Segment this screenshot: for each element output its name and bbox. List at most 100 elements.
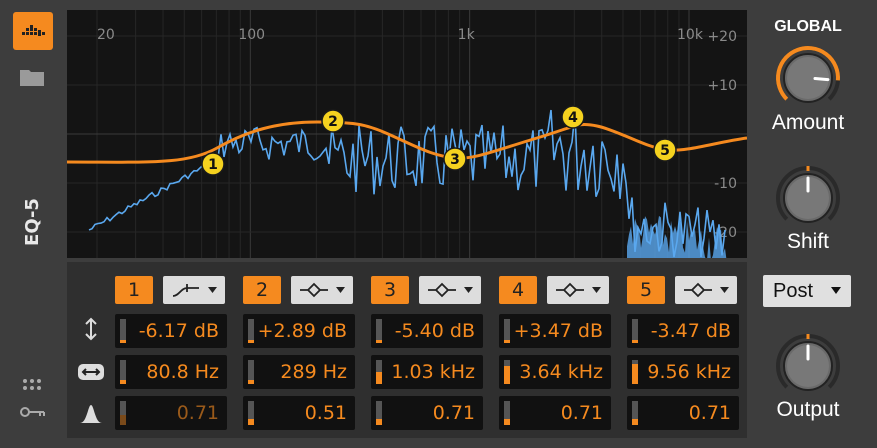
key-icon[interactable] [20,404,46,420]
band-q-value: 0.71 [688,402,731,424]
freq-tick-label: 1k [458,27,476,43]
band-freq-meter [376,360,382,384]
band-q-meter [504,401,510,425]
band-gain-field[interactable]: +3.47 dB [499,314,611,348]
bell-shape-icon [684,282,712,298]
band-freq-field[interactable]: 80.8 Hz [115,355,227,389]
chevron-down-icon [720,287,729,293]
band-freq-value: 3.64 kHz [519,361,603,383]
global-label: GLOBAL [774,18,842,35]
band-freq-value: 9.56 kHz [647,361,731,383]
chevron-down-icon [592,287,601,293]
shift-label: Shift [786,230,830,253]
db-tick-label: +20 [707,29,737,45]
band-freq-field[interactable]: 3.64 kHz [499,355,611,389]
band-freq-meter [504,360,510,384]
band-q-meter [120,401,126,425]
svg-text:3: 3 [450,152,460,168]
band-freq-value: 80.8 Hz [146,361,219,383]
eq-response-curve [67,120,747,164]
band-q-value: 0.71 [560,402,603,424]
eq5-device: EQ-5 20 100 1k 10k +20 +10 -10 -20 1 2 3 4 5 1 -6.17 … [0,0,877,448]
band-q-value: 0.71 [432,402,475,424]
global-panel: GLOBAL Amount Shift Post Output [752,0,877,448]
eq-device-icon[interactable] [13,12,53,50]
band-freq-value: 1.03 kHz [391,361,475,383]
band-gain-value: +2.89 dB [257,320,347,342]
bell-shape-icon [428,282,456,298]
band-node-2[interactable]: 2 [321,109,345,133]
band-freq-meter [120,360,126,384]
low-cut-shape-icon [172,284,199,297]
band-node-1[interactable]: 1 [201,152,225,176]
band-toggle-2[interactable]: 2 [243,276,281,304]
band-node-3[interactable]: 3 [443,147,467,171]
band-node-5[interactable]: 5 [653,138,677,162]
band-q-field[interactable]: 0.71 [371,396,483,430]
band-gain-value: -6.17 dB [138,320,219,342]
folder-icon[interactable] [20,68,44,86]
amount-knob[interactable] [772,42,844,114]
band-gain-meter [248,319,254,343]
grid-dots-icon[interactable] [22,378,44,394]
band-q-meter [632,401,638,425]
band-shape-select[interactable] [291,276,353,304]
chevron-down-icon [336,287,345,293]
band-freq-meter [248,360,254,384]
mode-select[interactable]: Post [763,275,851,307]
band-freq-field[interactable]: 289 Hz [243,355,355,389]
bell-shape-icon [300,282,328,298]
band-toggle-5[interactable]: 5 [627,276,665,304]
left-rail: EQ-5 [0,0,60,448]
frequency-arrows-icon [77,358,105,386]
band-gain-field[interactable]: -6.17 dB [115,314,227,348]
svg-text:1: 1 [208,157,218,173]
freq-tick-label: 20 [97,27,115,43]
band-freq-field[interactable]: 9.56 kHz [627,355,739,389]
band-shape-select[interactable] [163,276,225,304]
svg-text:4: 4 [568,110,578,126]
band-q-meter [376,401,382,425]
amount-label: Amount [771,111,845,134]
svg-text:5: 5 [660,143,670,159]
band-gain-field[interactable]: +2.89 dB [243,314,355,348]
shift-knob[interactable] [772,162,844,234]
band-gain-value: -5.40 dB [394,320,475,342]
band-shape-select[interactable] [419,276,481,304]
band-freq-value: 289 Hz [280,361,347,383]
band-gain-meter [632,319,638,343]
band-gain-value: +3.47 dB [513,320,603,342]
mode-value: Post [773,280,814,302]
chevron-down-icon [831,287,841,294]
band-toggle-1[interactable]: 1 [115,276,153,304]
band-toggle-3[interactable]: 3 [371,276,409,304]
eq-graph[interactable]: 20 100 1k 10k +20 +10 -10 -20 1 2 3 4 5 [67,10,747,258]
band-gain-field[interactable]: -3.47 dB [627,314,739,348]
band-q-field[interactable]: 0.71 [499,396,611,430]
band-gain-meter [504,319,510,343]
svg-text:2: 2 [328,114,338,130]
band-shape-select[interactable] [547,276,609,304]
freq-tick-label: 10k [677,27,704,43]
band-q-field[interactable]: 0.51 [243,396,355,430]
band-shape-select[interactable] [675,276,737,304]
band-q-field[interactable]: 0.71 [627,396,739,430]
chevron-down-icon [464,287,473,293]
band-gain-field[interactable]: -5.40 dB [371,314,483,348]
bell-shape-icon [556,282,584,298]
device-name: EQ-5 [22,198,43,246]
band-q-value: 0.51 [304,402,347,424]
output-knob[interactable] [772,330,844,402]
band-q-field[interactable]: 0.71 [115,396,227,430]
db-tick-label: +10 [707,78,737,94]
q-bell-icon [77,399,105,427]
band-gain-meter [376,319,382,343]
band-gain-meter [120,319,126,343]
band-toggle-4[interactable]: 4 [499,276,537,304]
db-tick-label: -10 [714,176,737,192]
band-q-meter [248,401,254,425]
band-gain-value: -3.47 dB [650,320,731,342]
band-node-4[interactable]: 4 [561,105,585,129]
freq-tick-label: 100 [238,27,265,43]
band-freq-field[interactable]: 1.03 kHz [371,355,483,389]
